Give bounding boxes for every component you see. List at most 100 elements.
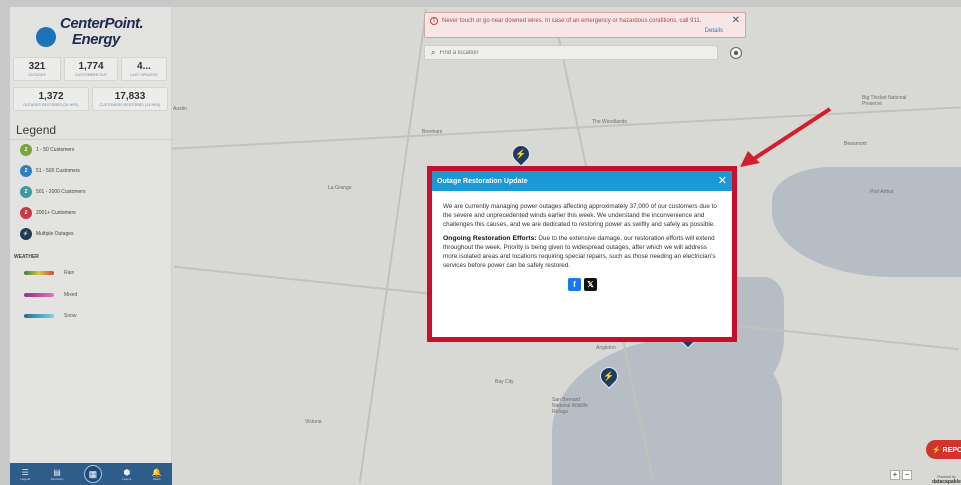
legend-label: 501 - 2000 Customers: [36, 189, 86, 195]
logo-mark-icon: [36, 27, 56, 47]
grid-icon: ▦: [88, 468, 98, 479]
restoration-update-modal: Outage Restoration Update ✕ We are curre…: [427, 166, 737, 342]
stat-value: 321: [28, 61, 46, 72]
stat-value: 1,372: [38, 91, 64, 102]
legend-label: Multiple Outages: [36, 231, 74, 237]
bottom-nav: ☰ Legend ▤ Summary ▦ ⬢ Layers 🔔 Alerts: [10, 463, 172, 485]
stat-value: 1,774: [78, 61, 104, 72]
locate-me-icon[interactable]: [730, 47, 742, 59]
legend-item-1-50: 2 1 - 50 Customers: [20, 144, 74, 156]
logo-line2: Energy: [72, 31, 120, 48]
sidebar: CenterPoint. Energy 321 OUTAGES 1,774 CU…: [10, 7, 172, 485]
map-label: The Woodlands: [592, 119, 627, 125]
modal-paragraph: We are currently managing power outages …: [443, 203, 717, 228]
facebook-share-button[interactable]: f: [568, 278, 581, 291]
gulf-water: [772, 167, 961, 277]
outage-pin[interactable]: ⚡: [508, 141, 534, 167]
weather-item-snow: Snow: [24, 313, 77, 319]
map-label: Angleton: [596, 345, 616, 351]
list-icon: ☰: [21, 467, 29, 477]
outage-badge-icon: 2: [20, 144, 32, 156]
highway-road: [358, 9, 428, 483]
outage-badge-icon: 2: [20, 207, 32, 219]
stat-customers-restored: 17,833 CUSTOMERS RESTORED (24 HRS): [92, 87, 168, 111]
nav-label: Alerts: [152, 476, 161, 481]
map-label: La Grange: [328, 185, 352, 191]
details-link[interactable]: Details: [705, 28, 723, 34]
stat-label: CUSTOMERS RESTORED (24 HRS): [99, 103, 161, 107]
nav-summary[interactable]: ▤ Summary: [51, 468, 64, 481]
logo-line1: CenterPoint.: [60, 15, 144, 32]
map-label: San Bernard National Wildlife Refuge: [552, 397, 588, 415]
legend-item-501-2000: 2 501 - 2000 Customers: [20, 186, 85, 198]
stat-outages: 321 OUTAGES: [13, 57, 61, 81]
weather-label: Snow: [64, 313, 77, 319]
zoom-controls: + −: [890, 470, 912, 480]
nav-alerts[interactable]: 🔔 Alerts: [152, 468, 162, 481]
search-input[interactable]: [439, 49, 640, 56]
map-label: Austin: [173, 106, 187, 112]
legend-item-2001-plus: 2 2001+ Customers: [20, 207, 76, 219]
annotation-arrow-icon: [740, 107, 832, 167]
alert-text: Never touch or go near downed wires. In …: [442, 18, 702, 24]
stat-label: LAST UPDATED: [130, 73, 158, 77]
close-icon[interactable]: ✕: [718, 174, 727, 187]
modal-body: We are currently managing power outages …: [432, 191, 732, 291]
x-share-button[interactable]: 𝕏: [584, 278, 597, 291]
nav-legend[interactable]: ☰ Legend: [20, 468, 30, 481]
legend-label: 2001+ Customers: [36, 210, 76, 216]
brand-logo: datacapable: [932, 479, 961, 485]
outage-badge-icon: 2: [20, 186, 32, 198]
stats-row-top: 321 OUTAGES 1,774 CUSTOMERS OUT 4... LAS…: [13, 57, 168, 81]
lightning-bolt-icon: ⚡: [603, 371, 615, 381]
stat-label: OUTAGES RESTORED (24 HRS): [23, 103, 79, 107]
share-buttons: f 𝕏: [443, 278, 722, 291]
safety-alert-banner: ! Never touch or go near downed wires. I…: [424, 12, 746, 38]
close-icon[interactable]: ✕: [732, 15, 740, 26]
legend-title: Legend: [16, 123, 57, 137]
weather-item-rain: Rain: [24, 270, 74, 276]
zoom-out-button[interactable]: −: [902, 470, 912, 480]
lightning-bolt-icon: ⚡: [20, 228, 32, 240]
map-label: Beaumont: [844, 141, 867, 147]
summary-icon: ▤: [53, 467, 61, 477]
stat-value: 17,833: [114, 91, 146, 102]
highway-road: [172, 106, 961, 150]
powered-by: Powered by datacapable: [932, 475, 961, 485]
modal-bold-lead: Ongoing Restoration Efforts:: [443, 235, 537, 242]
search-icon: ⌕: [431, 47, 436, 57]
layers-icon: ⬢: [123, 467, 131, 477]
modal-title: Outage Restoration Update: [437, 177, 528, 185]
snow-gradient-swatch: [24, 314, 54, 318]
weather-title: WEATHER: [14, 254, 39, 260]
map-label: Brenham: [422, 129, 443, 135]
nav-label: Summary: [50, 476, 64, 481]
stat-last-updated: 4... LAST UPDATED: [121, 57, 167, 81]
legend-divider: [10, 139, 172, 140]
stat-customers-out: 1,774 CUSTOMERS OUT: [64, 57, 118, 81]
app-frame: CenterPoint. Energy 321 OUTAGES 1,774 CU…: [10, 7, 961, 485]
alert-icon: !: [430, 17, 438, 25]
map-label: Victoria: [305, 419, 322, 425]
centerpoint-logo: CenterPoint. Energy: [36, 15, 146, 49]
lightning-bolt-icon: ⚡: [515, 149, 527, 159]
mixed-gradient-swatch: [24, 293, 54, 297]
legend-item-multiple: ⚡ Multiple Outages: [20, 228, 74, 240]
modal-paragraph: Ongoing Restoration Efforts: Due to the …: [443, 234, 722, 270]
location-search: ⌕: [424, 45, 718, 60]
stats-row-bottom: 1,372 OUTAGES RESTORED (24 HRS) 17,833 C…: [13, 87, 168, 111]
zoom-in-button[interactable]: +: [890, 470, 900, 480]
map-label: Port Arthur: [870, 189, 894, 195]
map-label: Bay City: [495, 379, 514, 385]
nav-grid-button[interactable]: ▦: [83, 465, 102, 483]
legend-label: 51 - 500 Customers: [36, 168, 80, 174]
map-label: Big Thicket National Preserve: [862, 95, 907, 107]
report-outage-button[interactable]: ⚡ REPORT: [926, 440, 961, 459]
stat-label: CUSTOMERS OUT: [75, 73, 107, 77]
modal-header: Outage Restoration Update ✕: [432, 171, 732, 191]
stat-label: OUTAGES: [28, 73, 46, 77]
rain-gradient-swatch: [24, 271, 54, 275]
nav-label: Legend: [20, 476, 31, 481]
nav-layers[interactable]: ⬢ Layers: [122, 468, 131, 481]
legend-item-51-500: 2 51 - 500 Customers: [20, 165, 80, 177]
